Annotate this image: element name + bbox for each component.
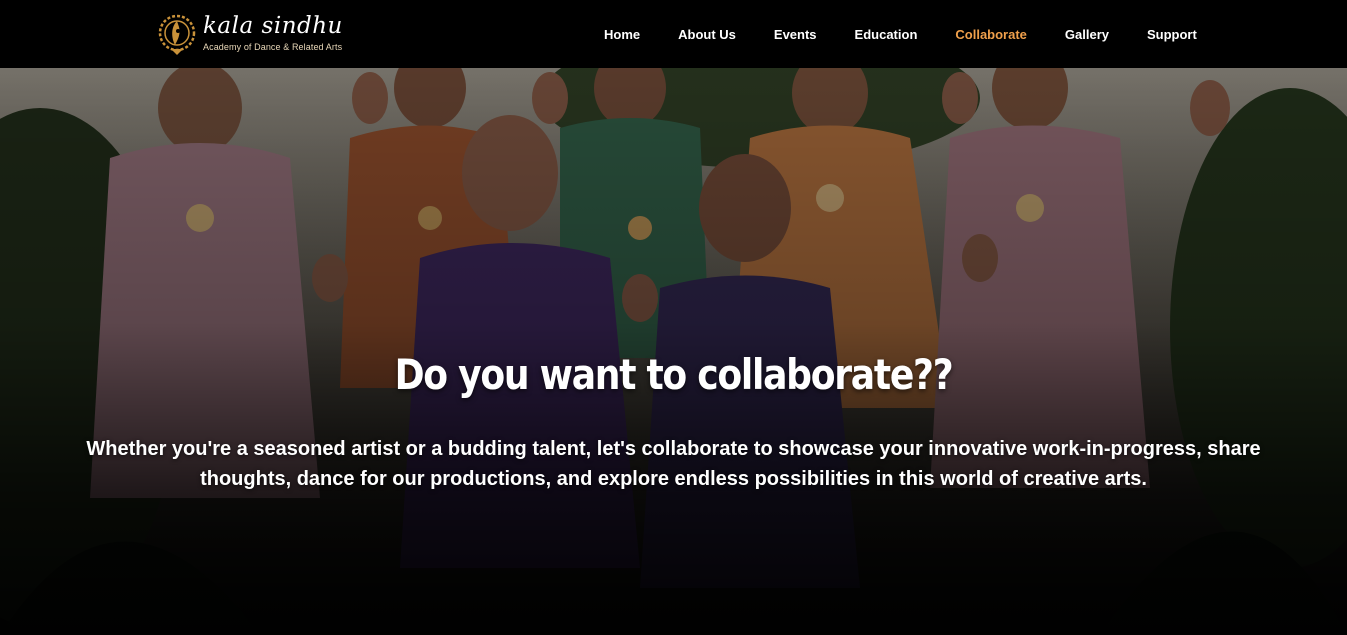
main-nav: Home About Us Events Education Collabora… [604, 0, 1197, 68]
logo-link[interactable]: kala sindhu Academy of Dance & Related A… [157, 11, 343, 57]
nav-gallery[interactable]: Gallery [1065, 27, 1109, 42]
nav-events[interactable]: Events [774, 27, 817, 42]
logo-tagline: Academy of Dance & Related Arts [203, 41, 343, 52]
logo-text: kala sindhu Academy of Dance & Related A… [203, 12, 343, 52]
nav-about-us[interactable]: About Us [678, 27, 736, 42]
page: kala sindhu Academy of Dance & Related A… [0, 0, 1347, 635]
hero-title: Do you want to collaborate?? [394, 350, 954, 399]
logo-emblem-icon [158, 14, 196, 55]
site-header: kala sindhu Academy of Dance & Related A… [0, 0, 1347, 68]
nav-home[interactable]: Home [604, 27, 640, 42]
nav-education[interactable]: Education [855, 27, 918, 42]
nav-support[interactable]: Support [1147, 27, 1197, 42]
nav-collaborate[interactable]: Collaborate [955, 27, 1027, 42]
logo-name: kala sindhu [203, 12, 343, 39]
hero-description: Whether you're a seasoned artist or a bu… [86, 438, 1261, 490]
hero-section: Do you want to collaborate?? Whether you… [0, 68, 1347, 635]
